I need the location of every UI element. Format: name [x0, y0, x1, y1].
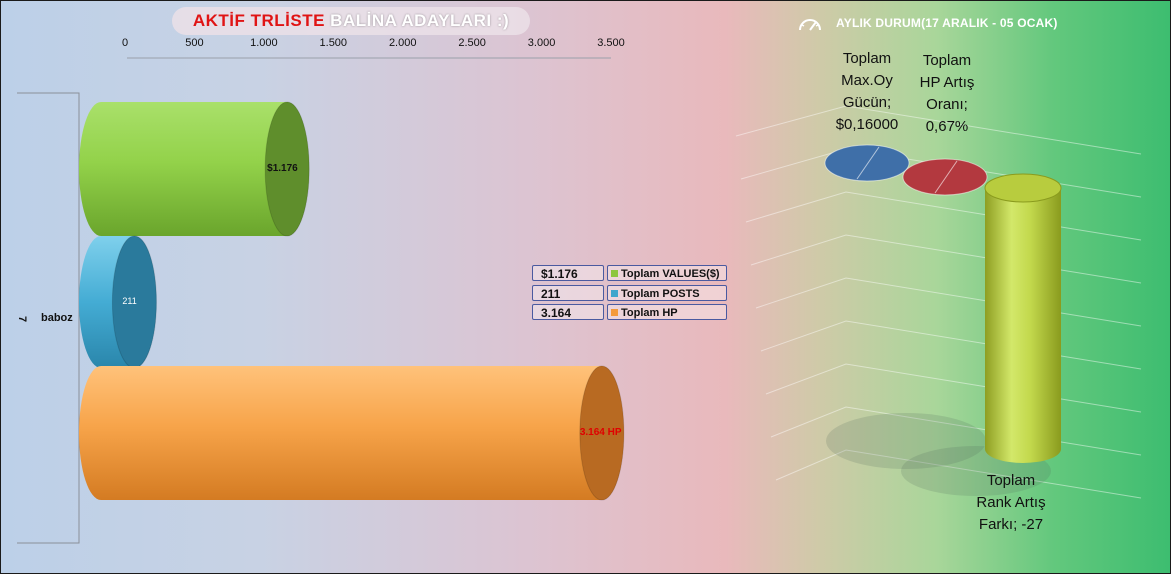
rank-cylinder [984, 173, 1062, 463]
disc-top [902, 158, 988, 196]
gridline [765, 363, 1142, 413]
cylinder-top [984, 173, 1062, 203]
cylinder-body [985, 188, 1061, 463]
gridline [755, 277, 1142, 327]
gridline [760, 320, 1142, 370]
right-data-label: Toplam Rank Artış Farkı; -27 [976, 472, 1046, 533]
chart-canvas: AKTİF TRLİSTE BALİNA ADAYLARI :) 0 500 1.0… [0, 0, 1171, 574]
disc-1 [824, 144, 910, 182]
right-data-label: Toplam Max.Oy Gücün; $0,16000 [835, 50, 899, 133]
right-data-label: Toplam HP Artış Oranı; 0,67% [919, 52, 975, 135]
disc-2 [902, 158, 988, 196]
gridline [745, 191, 1142, 241]
gridline [750, 234, 1142, 284]
disc-top [824, 144, 910, 182]
